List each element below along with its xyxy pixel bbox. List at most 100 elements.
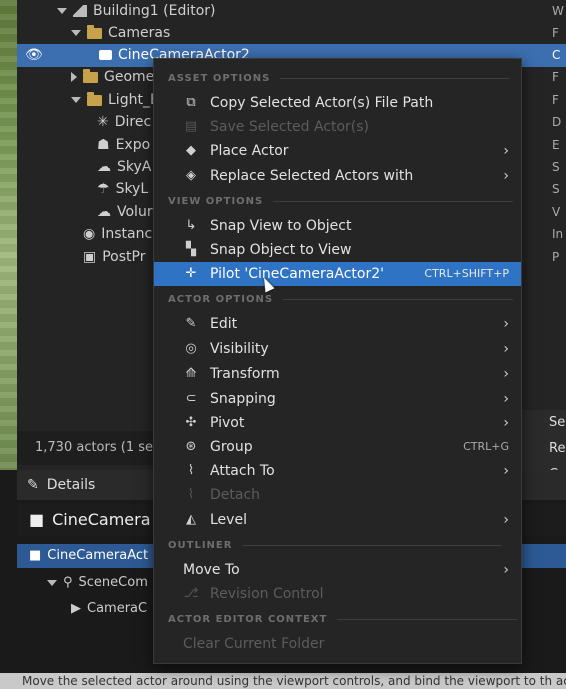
menu-item-snap-object[interactable]: ▚ Snap Object to View: [154, 238, 521, 262]
eye-icon: ◎: [185, 341, 197, 356]
menu-item-attach-to[interactable]: ⌇ Attach To ›: [154, 459, 521, 483]
side-item[interactable]: Re: [521, 436, 566, 462]
submenu-arrow-icon: ›: [503, 463, 509, 479]
expand-arrow-icon[interactable]: [71, 72, 77, 82]
folder-icon: [87, 91, 102, 106]
sun-icon: ✳: [97, 114, 109, 130]
shortcut-label: CTRL+SHIFT+P: [424, 267, 509, 280]
sky-atmosphere-icon: ☁: [97, 159, 111, 175]
menu-item-label: Snap View to Object: [210, 218, 352, 234]
menu-item-transform[interactable]: ⟰ Transform ›: [154, 362, 521, 386]
section-label: ACTOR EDITOR CONTEXT: [168, 614, 328, 625]
menu-item-label: Group: [210, 439, 253, 455]
outliner-row-label: Expo: [115, 137, 151, 153]
submenu-arrow-icon: ›: [503, 415, 509, 431]
menu-item-visibility[interactable]: ◎ Visibility ›: [154, 337, 521, 361]
type-cell: E: [552, 138, 560, 152]
outliner-row-building[interactable]: Building1 (Editor) W: [17, 0, 566, 23]
instance-icon: ◉: [83, 226, 96, 242]
menu-item-revision-control: ⎇ Revision Control: [154, 582, 521, 606]
eye-icon[interactable]: 👁: [25, 44, 43, 67]
outliner-row-cameras[interactable]: Cameras F: [17, 22, 566, 45]
submenu-arrow-icon: ›: [503, 562, 509, 578]
expand-arrow-icon[interactable]: [47, 579, 57, 586]
level-icon: ◭: [186, 512, 196, 527]
menu-item-label: Level: [210, 512, 247, 528]
side-item[interactable]: Se: [521, 410, 566, 436]
menu-item-group[interactable]: ⊛ Group CTRL+G: [154, 435, 521, 459]
menu-item-replace-actors[interactable]: ◈ Replace Selected Actors with ›: [154, 164, 521, 188]
type-cell: F: [552, 70, 559, 84]
submenu-arrow-icon: ›: [503, 168, 509, 184]
menu-item-snap-view[interactable]: ↳ Snap View to Object: [154, 214, 521, 238]
section-divider: [337, 618, 518, 620]
menu-item-label: Save Selected Actor(s): [210, 119, 370, 135]
section-actor-options: ACTOR OPTIONS: [168, 293, 514, 307]
paperclip-icon: ⌇: [187, 463, 195, 478]
menu-item-pivot[interactable]: ✣ Pivot ›: [154, 411, 521, 435]
folder-icon: [83, 68, 98, 83]
submenu-arrow-icon: ›: [503, 366, 509, 382]
magnet-icon: ⊂: [185, 391, 197, 406]
pencil-icon: ✎: [27, 477, 39, 493]
menu-item-level[interactable]: ◭ Level ›: [154, 508, 521, 532]
transform-icon: ⟰: [185, 366, 197, 381]
type-cell: F: [552, 93, 559, 107]
section-actor-editor-context: ACTOR EDITOR CONTEXT: [168, 613, 518, 627]
skylight-icon: ☂: [97, 181, 110, 197]
snap-view-icon: ↳: [185, 218, 197, 233]
tab-label: Details: [46, 477, 96, 493]
outliner-row-label: PostPr: [102, 249, 146, 265]
shortcut-label: CTRL+G: [463, 440, 509, 453]
menu-item-label: Move To: [183, 562, 240, 578]
outliner-row-label: Volur: [117, 204, 153, 220]
detach-icon: ⌇: [187, 487, 195, 502]
details-title-label: CineCamera: [52, 510, 151, 529]
menu-item-label: Copy Selected Actor(s) File Path: [210, 95, 434, 111]
menu-item-copy-path[interactable]: ⧉ Copy Selected Actor(s) File Path: [154, 91, 521, 115]
menu-item-move-to[interactable]: Move To ›: [154, 558, 521, 582]
exposure-icon: ☗: [97, 137, 110, 153]
menu-item-label: Revision Control: [210, 586, 324, 602]
section-divider: [280, 77, 511, 79]
type-cell: D: [552, 115, 562, 129]
replace-actor-icon: ◈: [186, 168, 196, 183]
camera-icon: ■: [29, 548, 42, 563]
component-label: SceneCom: [78, 575, 148, 590]
menu-item-edit[interactable]: ✎ Edit ›: [154, 312, 521, 336]
expand-arrow-icon[interactable]: [71, 30, 81, 36]
menu-item-label: Detach: [210, 487, 261, 503]
type-cell: F: [552, 26, 559, 40]
menu-item-label: Snap Object to View: [210, 242, 352, 258]
viewport-edge: [0, 0, 17, 470]
menu-item-snapping[interactable]: ⊂ Snapping ›: [154, 387, 521, 411]
menu-item-label: Snapping: [210, 391, 276, 407]
type-cell: W: [552, 4, 564, 18]
menu-item-label: Clear Current Folder: [183, 636, 325, 652]
outliner-row-label: Light_E: [108, 92, 159, 108]
section-outliner: OUTLINER: [168, 539, 503, 553]
camera-icon: ■: [29, 510, 45, 529]
menu-item-label: Place Actor: [210, 143, 289, 159]
expand-arrow-icon[interactable]: [71, 97, 81, 103]
expand-arrow-icon[interactable]: [57, 8, 67, 14]
context-menu: ASSET OPTIONS ⧉ Copy Selected Actor(s) Fi…: [153, 58, 522, 664]
scene-component-icon: ⚲: [63, 575, 73, 590]
menu-item-clear-folder: Clear Current Folder: [154, 632, 521, 656]
section-divider: [242, 544, 503, 546]
type-cell: V: [552, 205, 561, 219]
menu-item-detach: ⌇ Detach: [154, 483, 521, 507]
menu-item-save-selected: ▤ Save Selected Actor(s): [154, 115, 521, 139]
section-divider: [273, 200, 514, 202]
submenu-arrow-icon: ›: [503, 391, 509, 407]
pencil-icon: ✎: [185, 316, 197, 331]
video-camera-icon: ▶: [71, 601, 81, 616]
snap-object-icon: ▚: [186, 242, 196, 257]
component-label: CineCameraAct: [47, 548, 149, 563]
menu-item-pilot[interactable]: ✛ Pilot 'CineCameraActor2' CTRL+SHIFT+P: [154, 262, 521, 286]
type-cell: S: [552, 182, 560, 196]
submenu-arrow-icon: ›: [503, 316, 509, 332]
menu-item-place-actor[interactable]: ◆ Place Actor ›: [154, 139, 521, 163]
section-asset-options: ASSET OPTIONS: [168, 72, 511, 86]
outliner-row-label: SkyL: [115, 181, 149, 197]
